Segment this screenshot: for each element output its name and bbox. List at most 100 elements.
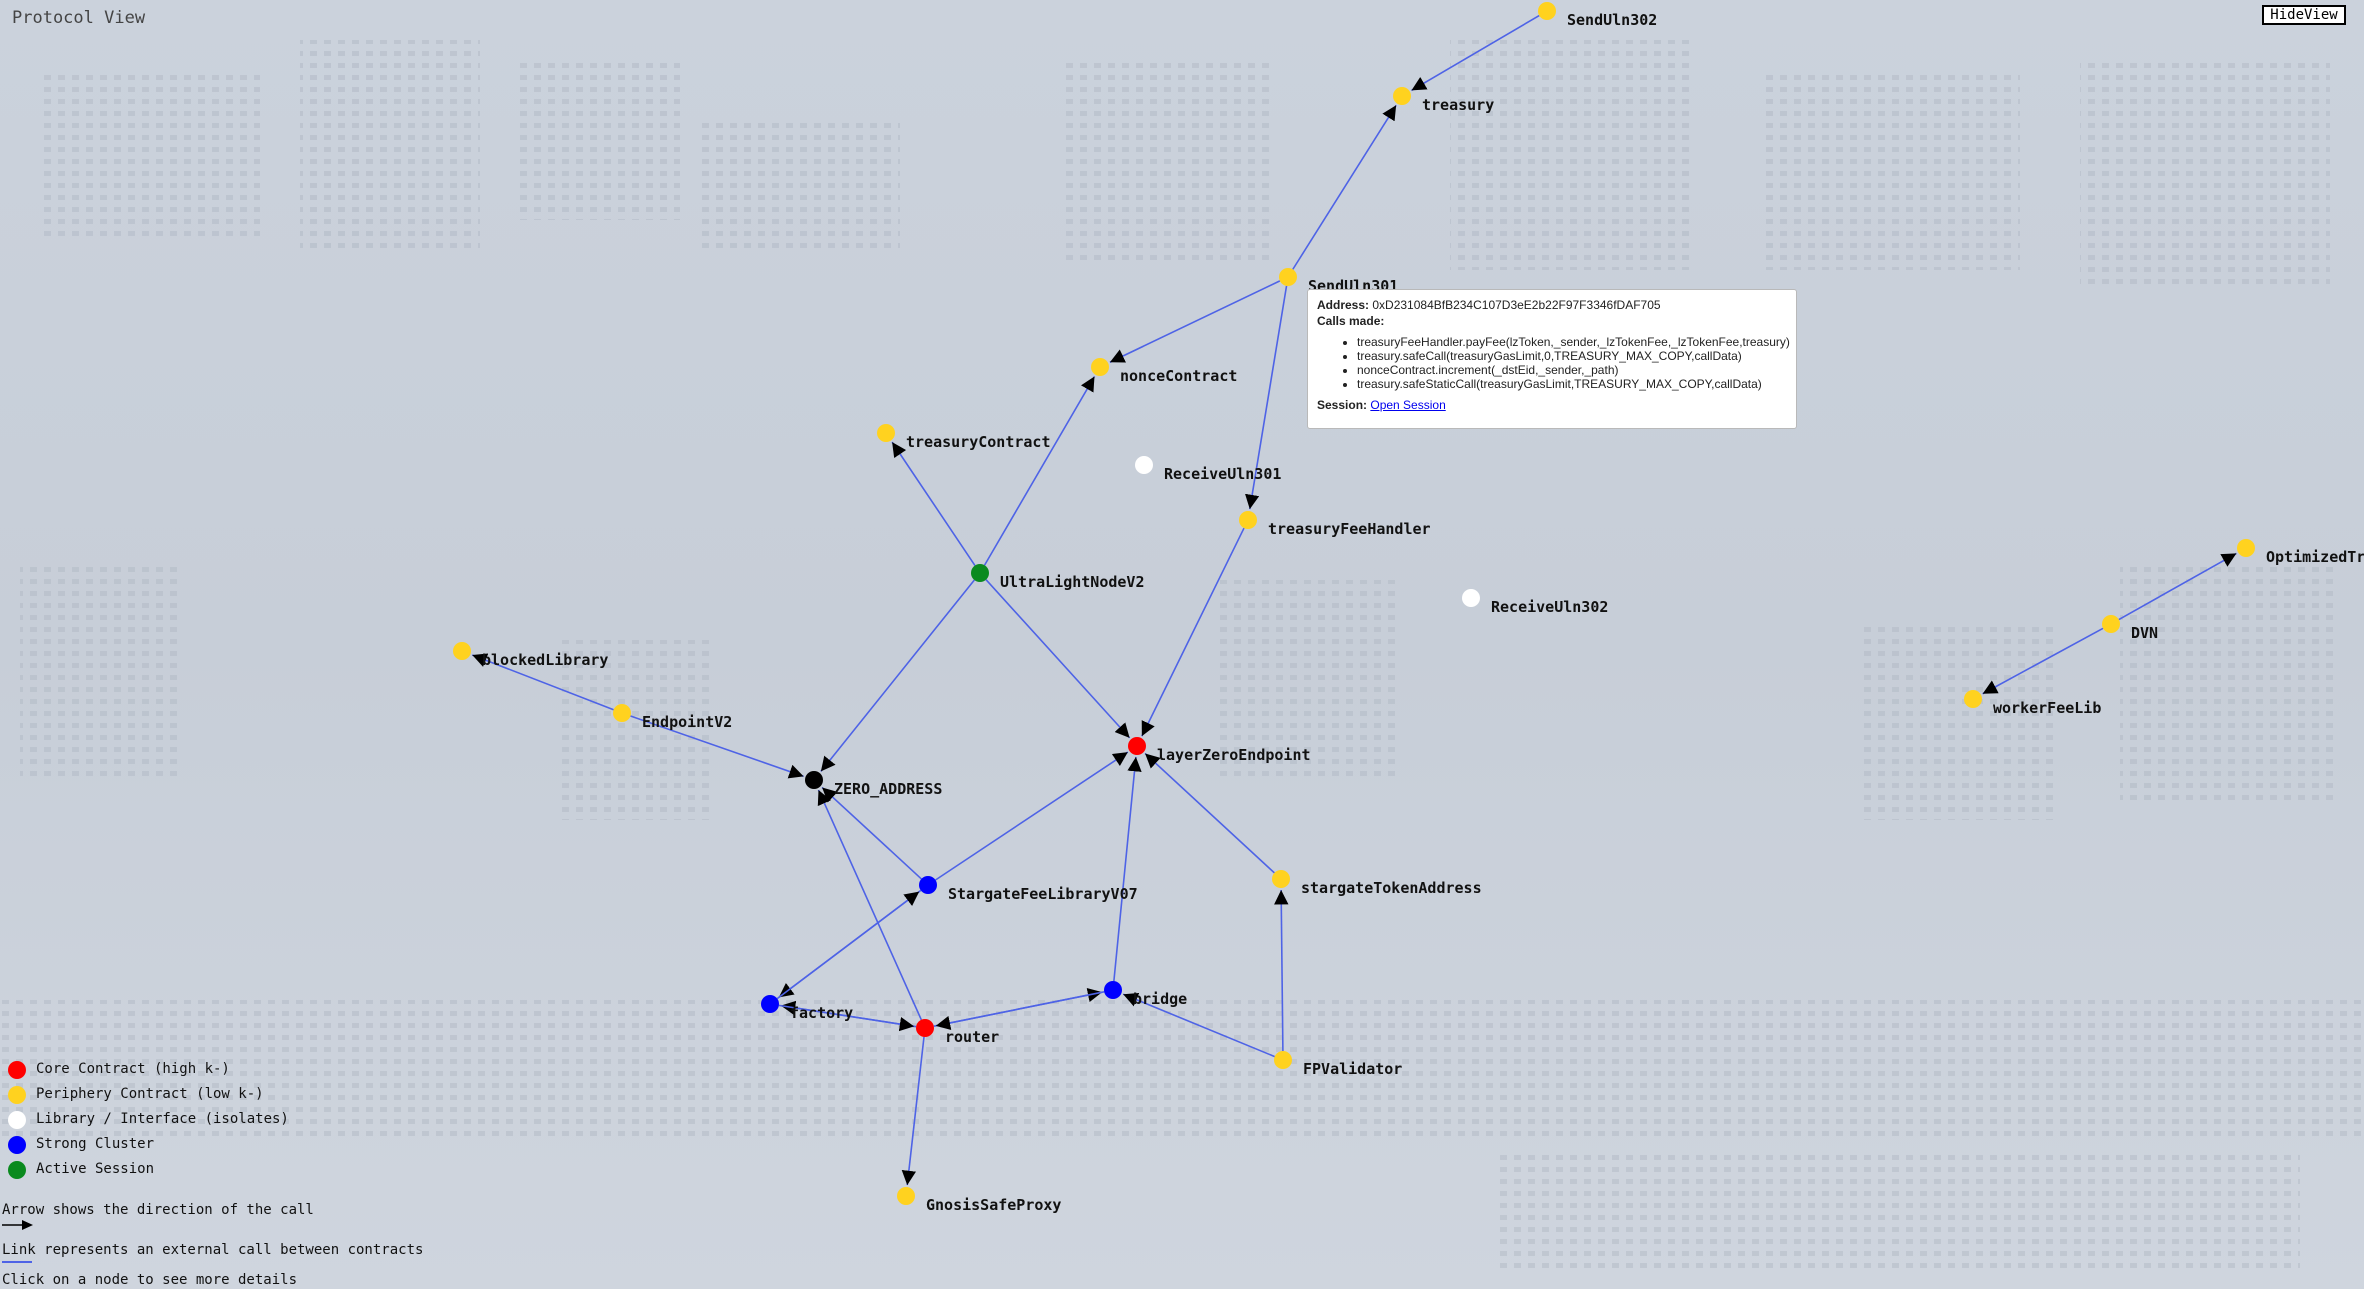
node-label: FPValidator xyxy=(1303,1060,1402,1078)
node-circle[interactable] xyxy=(916,1019,934,1037)
arrow-explanation: Arrow shows the direction of the call xyxy=(2,1202,314,1218)
call-link xyxy=(776,890,920,1000)
node-circle[interactable] xyxy=(805,771,823,789)
node-label: StargateFeeLibraryV07 xyxy=(948,885,1138,903)
session-dot-icon xyxy=(8,1161,26,1179)
address-label: Address: xyxy=(1317,298,1370,312)
node-circle[interactable] xyxy=(613,704,631,722)
link-sample-icon xyxy=(2,1261,32,1263)
node-circle[interactable] xyxy=(1135,456,1153,474)
node-circle[interactable] xyxy=(1239,511,1257,529)
graph-canvas: SendUln302treasurySendUln301nonceContrac… xyxy=(453,2,2364,1214)
node-label: bridge xyxy=(1133,990,1187,1008)
call-link xyxy=(1411,14,1540,92)
open-session-link[interactable]: Open Session xyxy=(1370,398,1445,412)
node-circle[interactable] xyxy=(1272,870,1290,888)
node-circle[interactable] xyxy=(1279,268,1297,286)
node-circle[interactable] xyxy=(1964,690,1982,708)
node-blockedLibrary[interactable]: blockedLibrary xyxy=(453,642,608,669)
node-layerZeroEndpoint[interactable]: layerZeroEndpoint xyxy=(1128,737,1311,764)
node-stargateTokenAddress[interactable]: stargateTokenAddress xyxy=(1272,870,1482,897)
node-label: ReceiveUln301 xyxy=(1164,465,1281,483)
node-circle[interactable] xyxy=(1274,1051,1292,1069)
call-link xyxy=(935,990,1105,1031)
hide-view-button[interactable]: HideView xyxy=(2262,5,2346,25)
node-DVN[interactable]: DVN xyxy=(2102,615,2158,642)
node-bridge[interactable]: bridge xyxy=(1104,981,1187,1008)
node-circle[interactable] xyxy=(1393,87,1411,105)
node-details-popup: Address: 0xD231084BfB234C107D3eE2b22F97F… xyxy=(1307,289,1797,429)
node-workerFeeLib[interactable]: workerFeeLib xyxy=(1964,690,2101,717)
node-ZERO_ADDRESS[interactable]: ZERO_ADDRESS xyxy=(805,771,942,798)
node-label: SendUln302 xyxy=(1567,11,1657,29)
node-EndpointV2[interactable]: EndpointV2 xyxy=(613,704,732,731)
session-row: Session: Open Session xyxy=(1317,397,1787,413)
node-router[interactable]: router xyxy=(916,1019,999,1046)
call-link xyxy=(1274,889,1289,1052)
call-item: treasury.safeStaticCall(treasuryGasLimit… xyxy=(1357,377,1787,391)
call-link xyxy=(1982,627,2104,695)
node-circle[interactable] xyxy=(877,424,895,442)
node-treasuryFeeHandler[interactable]: treasuryFeeHandler xyxy=(1239,511,1431,538)
address-row: Address: 0xD231084BfB234C107D3eE2b22F97F… xyxy=(1317,297,1787,313)
call-link xyxy=(1141,527,1245,737)
node-circle[interactable] xyxy=(971,564,989,582)
node-circle[interactable] xyxy=(2237,539,2255,557)
node-treasury[interactable]: treasury xyxy=(1393,87,1494,114)
calls-label: Calls made: xyxy=(1317,314,1385,328)
node-label: treasury xyxy=(1422,96,1494,114)
node-label: EndpointV2 xyxy=(642,713,732,731)
call-item: nonceContract.increment(_dstEid,_sender,… xyxy=(1357,363,1787,377)
node-circle[interactable] xyxy=(761,995,779,1013)
cluster-dot-icon xyxy=(8,1136,26,1154)
node-label: stargateTokenAddress xyxy=(1301,879,1482,897)
call-link xyxy=(891,441,976,566)
call-item: treasury.safeCall(treasuryGasLimit,0,TRE… xyxy=(1357,349,1787,363)
call-link xyxy=(817,789,923,1021)
calls-list: treasuryFeeHandler.payFee(lzToken,_sende… xyxy=(1317,335,1790,391)
link-explanation: Link represents an external call between… xyxy=(2,1242,424,1258)
call-link xyxy=(1113,756,1142,982)
call-link xyxy=(1144,752,1275,874)
node-circle[interactable] xyxy=(919,876,937,894)
call-link xyxy=(983,376,1096,566)
node-label: blockedLibrary xyxy=(482,651,608,669)
node-label: factory xyxy=(790,1004,853,1022)
node-label: workerFeeLib xyxy=(1993,699,2101,717)
call-link xyxy=(985,579,1131,739)
node-UltraLightNodeV2[interactable]: UltraLightNodeV2 xyxy=(971,564,1145,591)
node-circle[interactable] xyxy=(1104,981,1122,999)
node-FPValidator[interactable]: FPValidator xyxy=(1274,1051,1402,1078)
call-link xyxy=(901,1036,925,1186)
node-label: OptimizedTra xyxy=(2266,548,2364,566)
node-treasuryContract[interactable]: treasuryContract xyxy=(877,424,1051,451)
node-circle[interactable] xyxy=(1538,2,1556,20)
address-value: 0xD231084BfB234C107D3eE2b22F97F3346fDAF7… xyxy=(1372,298,1661,312)
call-link xyxy=(1109,280,1281,363)
node-StargateFeeLibraryV07[interactable]: StargateFeeLibraryV07 xyxy=(919,876,1138,903)
node-GnosisSafeProxy[interactable]: GnosisSafeProxy xyxy=(897,1187,1061,1214)
node-ReceiveUln301[interactable]: ReceiveUln301 xyxy=(1135,456,1281,483)
node-SendUln302[interactable]: SendUln302 xyxy=(1538,2,1657,29)
node-circle[interactable] xyxy=(1091,358,1109,376)
call-link xyxy=(2118,552,2237,621)
session-label: Session: xyxy=(1317,398,1368,412)
node-label: ZERO_ADDRESS xyxy=(834,780,942,798)
call-link xyxy=(820,579,975,772)
library-dot-icon xyxy=(8,1111,26,1129)
page-title: Protocol View xyxy=(12,8,146,28)
node-ReceiveUln302[interactable]: ReceiveUln302 xyxy=(1462,589,1608,616)
node-label: GnosisSafeProxy xyxy=(926,1196,1061,1214)
node-circle[interactable] xyxy=(1128,737,1146,755)
node-label: UltraLightNodeV2 xyxy=(1000,573,1145,591)
node-circle[interactable] xyxy=(897,1187,915,1205)
node-factory[interactable]: factory xyxy=(761,995,853,1022)
node-label: DVN xyxy=(2131,624,2158,642)
node-label: ReceiveUln302 xyxy=(1491,598,1608,616)
node-circle[interactable] xyxy=(1462,589,1480,607)
node-circle[interactable] xyxy=(453,642,471,660)
node-nonceContract[interactable]: nonceContract xyxy=(1091,358,1237,385)
node-OptimizedTransfer[interactable]: OptimizedTra xyxy=(2237,539,2364,566)
core-dot-icon xyxy=(8,1061,26,1079)
node-circle[interactable] xyxy=(2102,615,2120,633)
